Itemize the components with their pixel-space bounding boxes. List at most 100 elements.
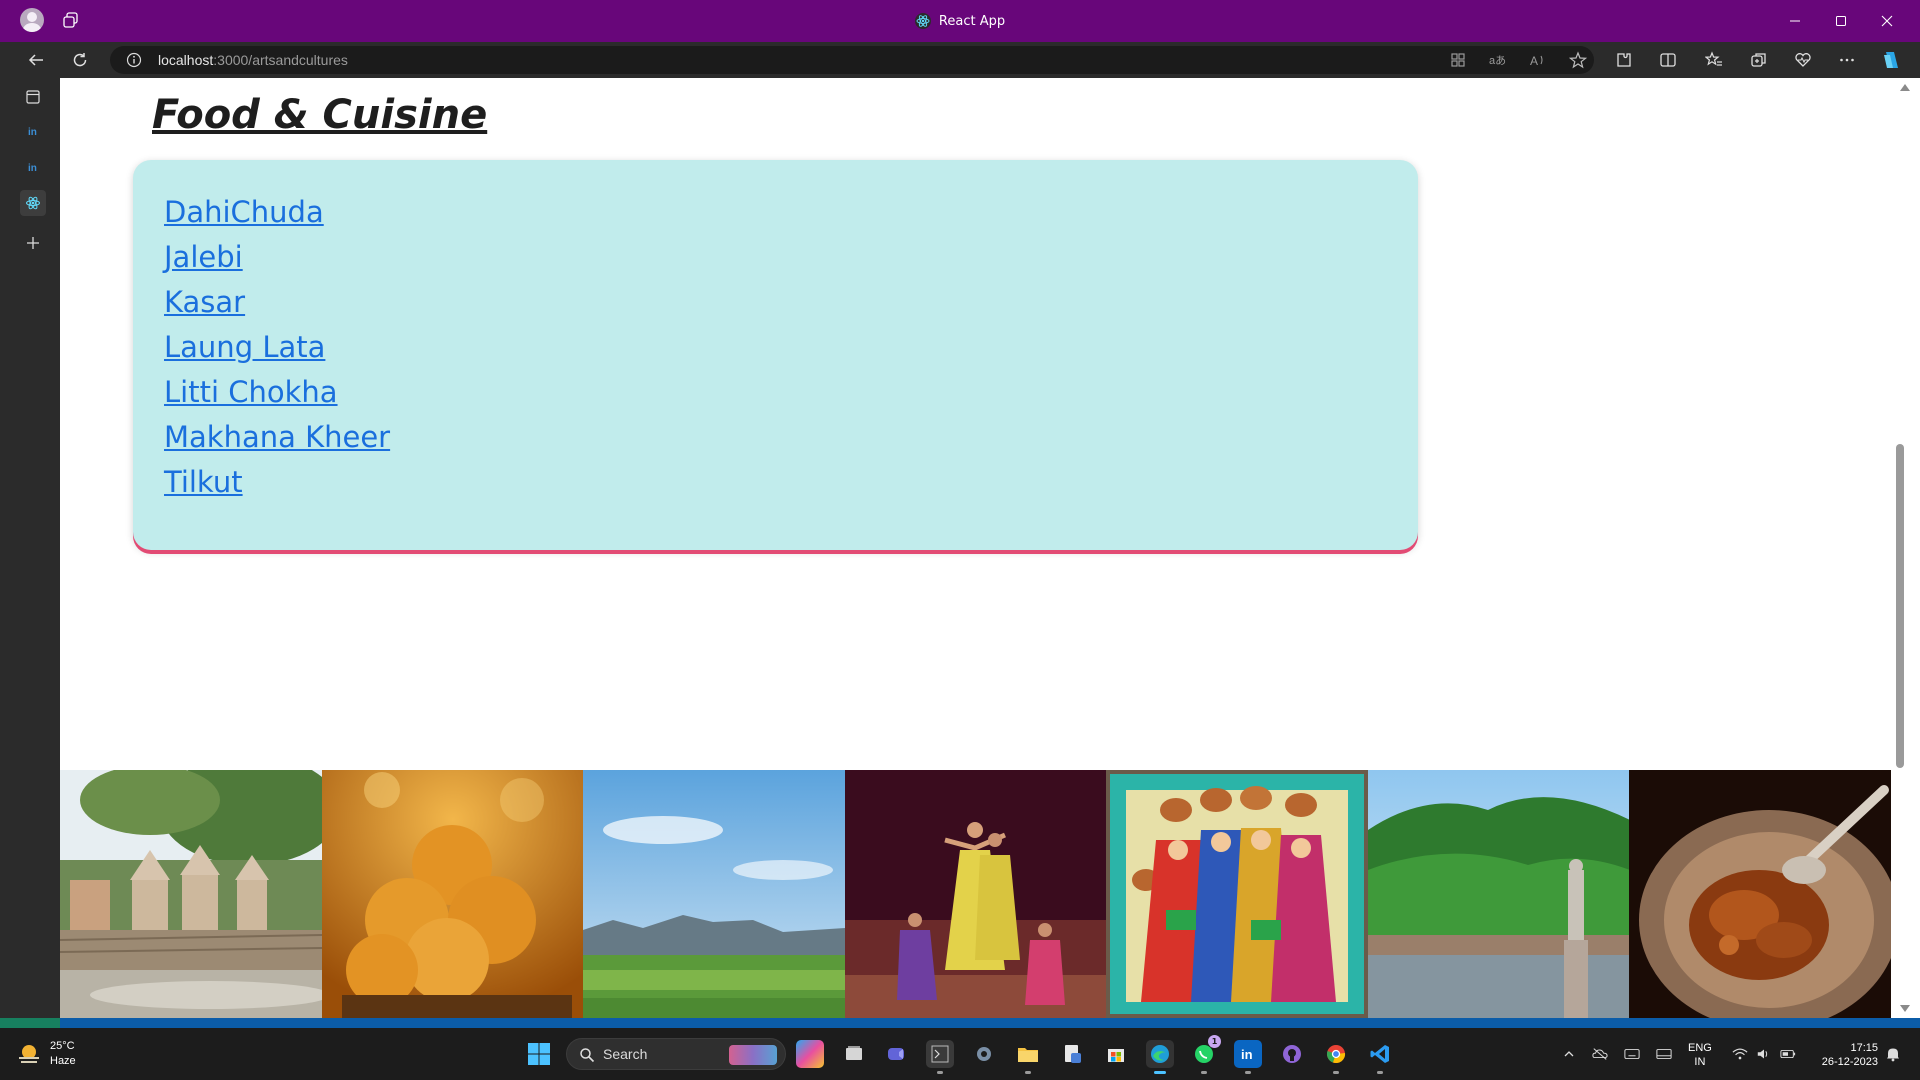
clock-date: 26-12-2023	[1821, 1056, 1878, 1068]
weather-temp: 25°C	[50, 1040, 75, 1052]
vscode-icon[interactable]	[1366, 1040, 1394, 1074]
document-app-icon[interactable]	[1058, 1040, 1086, 1068]
github-icon[interactable]	[1278, 1040, 1306, 1068]
system-clock[interactable]: 17:15 26-12-2023	[1808, 1041, 1878, 1069]
favorites-icon[interactable]	[1704, 50, 1724, 70]
display-icon[interactable]	[1656, 1046, 1672, 1062]
food-link-litti-chokha[interactable]: Litti Chokha	[164, 375, 338, 409]
svg-text:aあ: aあ	[1489, 54, 1506, 67]
vertical-tab-strip: in in	[0, 78, 60, 1026]
curry-bowl-image	[1629, 770, 1891, 1018]
notification-bell-icon[interactable]	[1885, 1046, 1901, 1062]
close-button[interactable]	[1864, 0, 1910, 42]
weather-widget[interactable]: 25°C Haze	[16, 1037, 76, 1071]
laddoo-sweets-image	[321, 770, 584, 1018]
windows-start-icon[interactable]	[527, 1042, 551, 1066]
clock-time: 17:15	[1850, 1042, 1878, 1054]
linkedin-app-icon[interactable]: in	[1234, 1040, 1262, 1074]
svg-text:in: in	[28, 127, 37, 138]
maximize-button[interactable]	[1818, 0, 1864, 42]
more-icon[interactable]	[1837, 50, 1857, 70]
haze-sun-icon	[19, 1045, 39, 1063]
microsoft-store-icon[interactable]	[1102, 1040, 1130, 1068]
performance-icon[interactable]	[1793, 50, 1813, 70]
wifi-icon[interactable]	[1732, 1046, 1748, 1062]
new-tab-icon[interactable]	[20, 230, 46, 256]
browser-toolbar: localhost:3000/artsandcultures aあ A	[0, 42, 1920, 78]
site-info-icon[interactable]	[126, 52, 142, 68]
refresh-icon[interactable]	[70, 50, 90, 70]
taskbar-search[interactable]: Search	[566, 1038, 786, 1070]
translate-icon[interactable]: aあ	[1488, 50, 1508, 70]
minimize-button[interactable]	[1772, 0, 1818, 42]
window-title-text: React App	[938, 13, 1006, 29]
volume-icon[interactable]	[1756, 1046, 1772, 1062]
food-list: DahiChuda Jalebi Kasar Laung Lata Litti …	[164, 190, 390, 505]
favorite-star-icon[interactable]	[1568, 50, 1588, 70]
teams-chat-icon[interactable]	[882, 1040, 910, 1068]
food-link-tilkut[interactable]: Tilkut	[164, 465, 243, 499]
background-window-edge-accent	[0, 1018, 60, 1028]
copilot-icon[interactable]	[1879, 48, 1903, 72]
food-link-jalebi[interactable]: Jalebi	[164, 240, 243, 274]
read-aloud-icon[interactable]: A	[1528, 50, 1548, 70]
address-bar[interactable]: localhost:3000/artsandcultures aあ A	[110, 46, 1594, 74]
list-item: Makhana Kheer	[164, 415, 390, 460]
terminal-app-icon[interactable]	[926, 1040, 954, 1074]
copilot-taskbar-icon[interactable]	[796, 1040, 824, 1068]
lake-statue-image	[1367, 770, 1630, 1018]
maximize-icon	[1836, 16, 1846, 26]
language-indicator[interactable]: ENG IN	[1688, 1041, 1712, 1069]
food-list-card: DahiChuda Jalebi Kasar Laung Lata Litti …	[133, 160, 1418, 550]
food-link-makhana-kheer[interactable]: Makhana Kheer	[164, 420, 390, 454]
language-code: ENG	[1688, 1042, 1712, 1054]
edge-browser-icon[interactable]	[1146, 1040, 1174, 1074]
green-valley-image	[583, 770, 845, 1018]
madhubani-painting-image	[1106, 770, 1368, 1018]
title-bar: React App	[0, 0, 1920, 42]
whatsapp-icon[interactable]: 1	[1190, 1035, 1221, 1074]
scroll-thumb[interactable]	[1896, 444, 1904, 768]
minimize-icon	[1790, 20, 1800, 22]
list-item: Jalebi	[164, 235, 390, 280]
collections-icon[interactable]	[1749, 50, 1769, 70]
chrome-icon[interactable]	[1322, 1040, 1350, 1074]
keyboard-icon[interactable]	[1624, 1046, 1640, 1062]
split-screen-icon[interactable]	[1658, 50, 1678, 70]
settings-gear-icon[interactable]	[970, 1040, 998, 1068]
linkedin-tab-icon[interactable]: in	[20, 118, 46, 144]
back-icon[interactable]	[26, 50, 46, 70]
page-scrollbar[interactable]	[1891, 78, 1920, 1018]
close-icon	[1881, 15, 1893, 27]
food-link-kasar[interactable]: Kasar	[164, 285, 245, 319]
list-item: Litti Chokha	[164, 370, 390, 415]
file-explorer-icon[interactable]	[1014, 1040, 1042, 1074]
ghat-temple-image	[60, 770, 322, 1018]
image-gallery	[60, 770, 1891, 1018]
battery-icon[interactable]	[1780, 1046, 1796, 1062]
search-label: Search	[603, 1046, 648, 1062]
url-host: localhost	[158, 52, 214, 68]
linkedin-tab-icon[interactable]: in	[20, 154, 46, 180]
url-text[interactable]: localhost:3000/artsandcultures	[158, 46, 348, 74]
scroll-up-arrow-icon[interactable]	[1900, 84, 1910, 91]
svg-text:in: in	[28, 163, 37, 174]
extensions-icon[interactable]	[1614, 50, 1634, 70]
react-icon	[914, 13, 931, 29]
page-title: Food & Cuisine	[152, 92, 488, 138]
background-window-edge	[0, 1018, 1920, 1028]
scroll-down-arrow-icon[interactable]	[1900, 1005, 1910, 1012]
url-path: :3000/artsandcultures	[213, 52, 348, 68]
onedrive-offline-icon[interactable]	[1592, 1046, 1608, 1062]
chevron-up-icon[interactable]	[1561, 1046, 1577, 1062]
workspace-tab-icon[interactable]	[20, 84, 46, 110]
task-view-icon[interactable]	[840, 1040, 868, 1068]
list-item: DahiChuda	[164, 190, 390, 235]
react-tab-icon[interactable]	[20, 190, 46, 216]
food-link-laung-lata[interactable]: Laung Lata	[164, 330, 325, 364]
dancers-stage-image	[844, 770, 1107, 1018]
search-highlight-icon	[729, 1045, 777, 1065]
svg-text:in: in	[1241, 1047, 1253, 1062]
app-available-icon[interactable]	[1448, 50, 1468, 70]
food-link-dahichuda[interactable]: DahiChuda	[164, 195, 324, 229]
